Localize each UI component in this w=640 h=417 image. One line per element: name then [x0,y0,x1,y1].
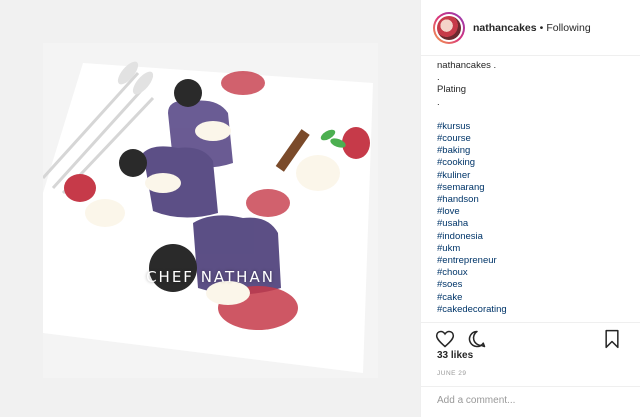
caption-line: Plating [437,84,467,96]
caption-username-line: nathancakes . [437,60,497,71]
post-image[interactable]: CHEF NATHAN [43,43,378,378]
bookmark-icon[interactable] [602,329,622,349]
header-text: nathancakes • Following [473,22,591,34]
caption: nathancakes . . Plating . #kursus #cours… [437,60,632,322]
hashtag-link[interactable]: #choux [437,267,632,279]
separator-dot: • [539,21,544,34]
post-media: CHEF NATHAN [0,0,420,417]
caption-line: . [437,96,440,108]
hashtag-link[interactable]: #handson [437,194,632,206]
hashtag-link[interactable]: #love [437,206,632,218]
heart-icon[interactable] [435,329,455,349]
hashtag-link[interactable]: #course [437,133,632,145]
caption-line: . [437,72,440,84]
avatar[interactable] [433,11,465,44]
hashtag-link[interactable]: #ukm [437,243,632,255]
post-date: JUNE 29 [437,370,467,377]
follow-status[interactable]: Following [546,22,590,34]
hashtag-link[interactable]: #kursus [437,121,632,133]
hashtag-link[interactable]: #soes [437,279,632,291]
post-sidebar: nathancakes • Following nathancakes . . Pl… [420,0,640,417]
image-watermark: CHEF NATHAN [146,268,275,286]
avatar-image [437,15,461,40]
hashtag-link[interactable]: #entrepreneur [437,255,632,267]
dessert-plating-illustration [43,43,378,378]
hashtag-link[interactable]: #indonesia [437,231,632,243]
comment-input[interactable]: Add a comment... [421,386,640,417]
hashtag-link[interactable]: #cake [437,292,632,304]
post-modal: CHEF NATHAN nathancakes • Following nathan… [0,0,640,417]
post-header: nathancakes • Following [421,0,640,56]
hashtag-link[interactable]: #kuliner [437,170,632,182]
comment-icon[interactable] [467,329,487,349]
hashtag-link[interactable]: #semarang [437,182,632,194]
likes-count[interactable]: 33 likes [437,350,473,361]
username-link[interactable]: nathancakes [473,22,537,34]
hashtag-link[interactable]: #cakedecorating [437,304,632,316]
hashtag-link[interactable]: #usaha [437,218,632,230]
hashtag-link[interactable]: #cooking [437,157,632,169]
hashtag-link[interactable]: #baking [437,145,632,157]
